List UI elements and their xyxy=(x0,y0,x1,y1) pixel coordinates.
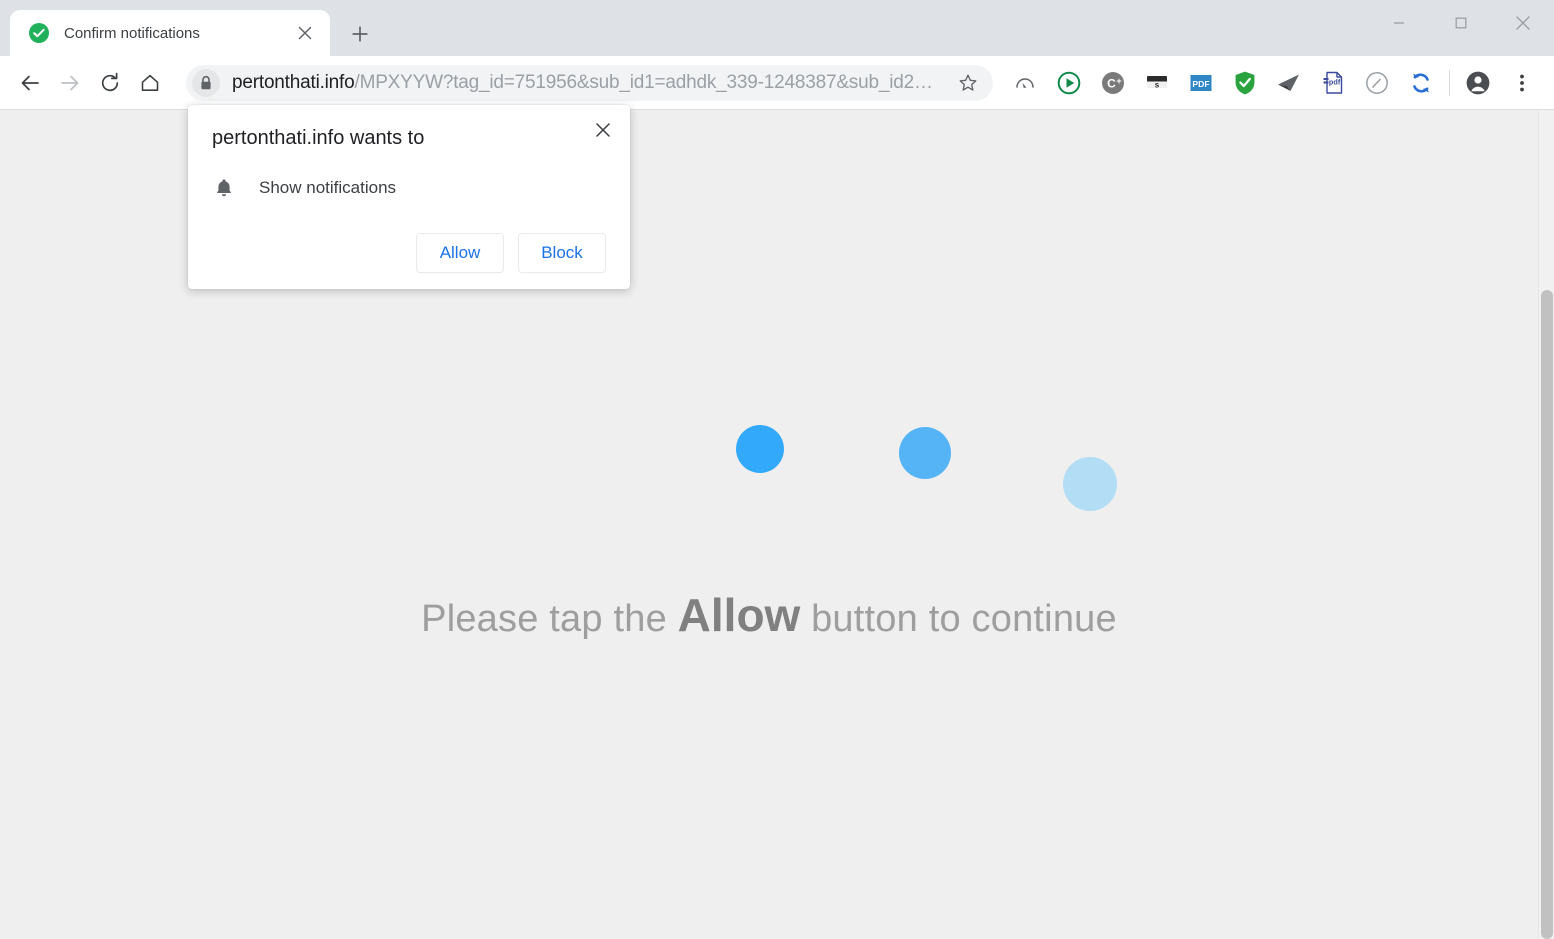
lock-icon[interactable] xyxy=(192,68,220,97)
three-dot-menu-icon[interactable] xyxy=(1500,63,1544,103)
page-tagline: Please tap the Allow button to continue xyxy=(421,588,1117,642)
tab-strip: Confirm notifications xyxy=(0,0,1554,56)
s-badge-extension-icon[interactable]: s xyxy=(1135,63,1179,103)
svg-text:C: C xyxy=(1107,76,1116,90)
page-scrollbar[interactable] xyxy=(1538,110,1554,939)
dialog-actions: Allow Block xyxy=(212,233,606,273)
browser-tab[interactable]: Confirm notifications xyxy=(10,10,330,56)
loading-dot-1 xyxy=(736,424,784,473)
tab-title: Confirm notifications xyxy=(64,24,200,42)
allow-button[interactable]: Allow xyxy=(416,233,504,273)
profile-avatar-icon[interactable] xyxy=(1456,63,1500,103)
svg-text:s: s xyxy=(1155,80,1160,89)
paper-plane-extension-icon[interactable] xyxy=(1267,63,1311,103)
home-button[interactable] xyxy=(130,63,170,103)
sync-arrows-extension-icon[interactable] xyxy=(1399,63,1443,103)
minimize-icon xyxy=(1394,22,1404,24)
window-controls xyxy=(1368,0,1554,46)
dialog-title: pertonthati.info wants to xyxy=(212,127,425,149)
plus-icon xyxy=(352,26,368,42)
green-play-extension-icon[interactable] xyxy=(1047,63,1091,103)
permission-label: Show notifications xyxy=(259,178,397,197)
block-button[interactable]: Block xyxy=(518,233,606,273)
loading-dot-2 xyxy=(899,426,951,479)
home-icon xyxy=(141,74,159,91)
maximize-button[interactable] xyxy=(1430,0,1492,46)
maximize-icon xyxy=(1455,17,1467,29)
green-shield-check-extension-icon[interactable] xyxy=(1223,63,1267,103)
svg-text:PDF: PDF xyxy=(1192,78,1209,88)
browser-window: Confirm notifications pertonthati.info/M… xyxy=(0,0,1554,939)
url-text[interactable]: pertonthati.info/MPXYYW?tag_id=751956&su… xyxy=(232,72,951,94)
new-tab-button[interactable] xyxy=(342,16,378,52)
minimize-button[interactable] xyxy=(1368,0,1430,46)
bookmark-star-icon[interactable] xyxy=(951,66,985,100)
notification-permission-dialog: pertonthati.info wants to Show notificat… xyxy=(188,105,630,289)
pdf-badge-extension-icon[interactable]: PDF xyxy=(1179,63,1223,103)
scrollbar-thumb[interactable] xyxy=(1541,290,1553,939)
url-host: pertonthati.info xyxy=(232,71,355,93)
back-button[interactable] xyxy=(10,63,50,103)
permission-request-row: Show notifications xyxy=(212,175,606,201)
green-check-circle-icon xyxy=(28,22,50,44)
forward-arrow-icon xyxy=(61,75,79,90)
speedometer-cursor-extension-icon[interactable] xyxy=(1003,63,1047,103)
close-icon xyxy=(1516,16,1530,30)
svg-text:+: + xyxy=(1116,76,1121,86)
browser-toolbar: pertonthati.info/MPXYYW?tag_id=751956&su… xyxy=(0,56,1554,110)
svg-text:pdf: pdf xyxy=(1329,77,1341,86)
reload-button[interactable] xyxy=(90,63,130,103)
bell-icon xyxy=(212,175,236,201)
address-bar[interactable]: pertonthati.info/MPXYYW?tag_id=751956&su… xyxy=(186,64,993,101)
reload-icon xyxy=(101,72,119,91)
toolbar-divider xyxy=(1449,69,1450,96)
tagline-prefix: Please tap the xyxy=(421,597,678,640)
back-arrow-icon xyxy=(21,75,39,90)
dialog-close-icon[interactable] xyxy=(590,117,616,143)
tagline-suffix: button to continue xyxy=(800,597,1117,640)
close-window-button[interactable] xyxy=(1492,0,1554,46)
c-plus-extension-icon[interactable]: C + xyxy=(1091,63,1135,103)
loading-dot-3 xyxy=(1063,456,1117,511)
extensions-area: C + s PDF pdf xyxy=(1003,63,1544,103)
url-path: /MPXYYW?tag_id=751956&sub_id1=adhdk_339-… xyxy=(354,71,933,93)
pdf-document-extension-icon[interactable]: pdf xyxy=(1311,63,1355,103)
forward-button xyxy=(50,63,90,103)
loading-dots xyxy=(569,408,1117,528)
tab-close-icon[interactable] xyxy=(292,20,318,46)
tagline-emphasis: Allow xyxy=(677,588,801,641)
gauge-extension-icon[interactable] xyxy=(1355,63,1399,103)
